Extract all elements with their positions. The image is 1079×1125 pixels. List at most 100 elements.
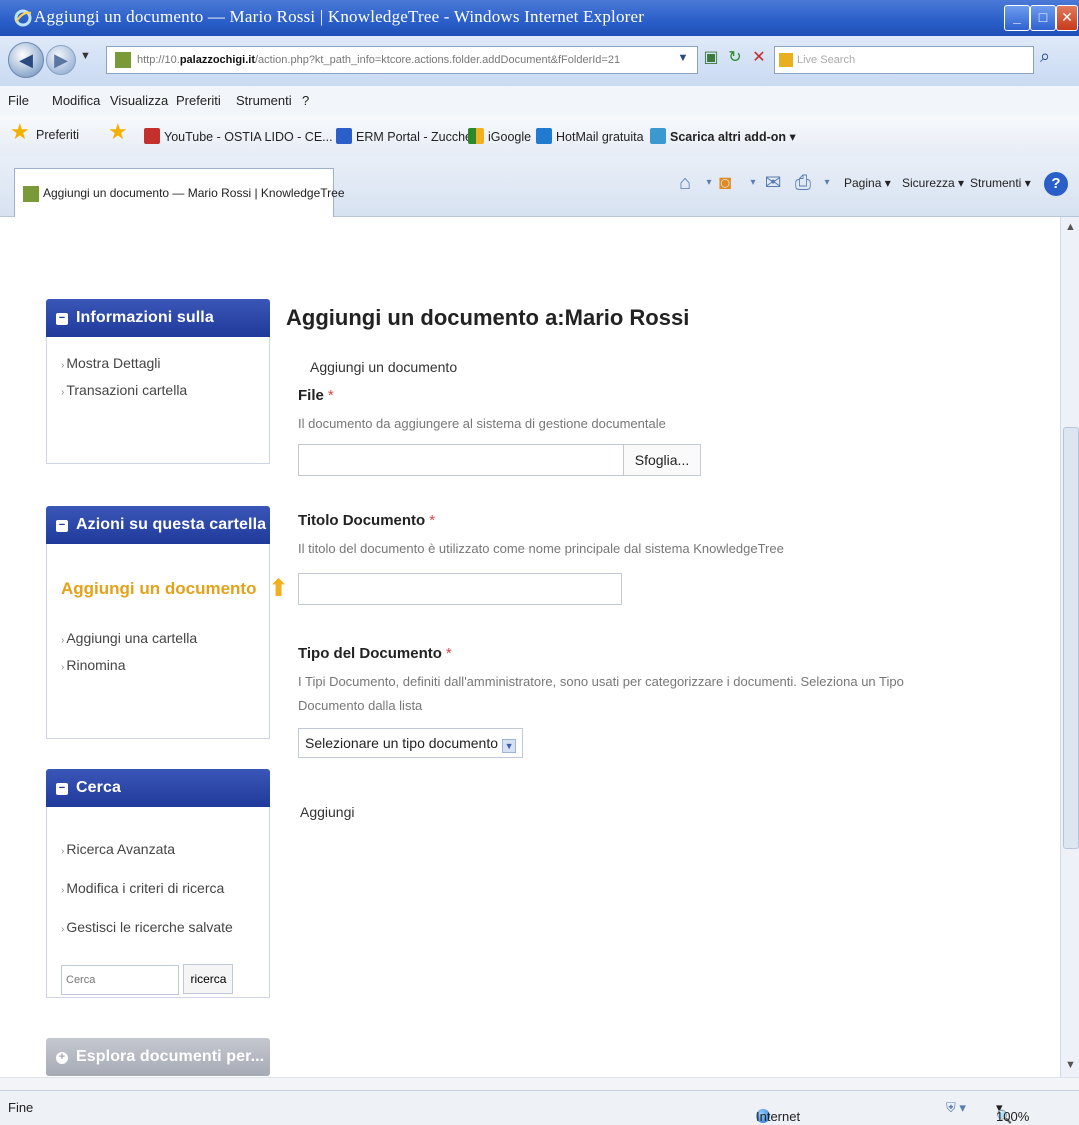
fav-link-hotmail[interactable]: HotMail gratuita [536, 128, 644, 144]
menu-modifica[interactable]: Modifica [52, 93, 100, 108]
fav-addons[interactable]: Scarica altri add-on ▾ [650, 128, 796, 144]
protected-mode-icon[interactable]: ⛨ ▾ [946, 1100, 966, 1116]
favorites-bar: ★ Preferiti ★ YouTube - OSTIA LIDO - CE.… [0, 116, 1079, 157]
chevron-down-icon: ▼ [502, 739, 517, 753]
history-dropdown-icon[interactable]: ▼ [80, 50, 91, 62]
form-section-title: Aggiungi un documento [310, 359, 458, 375]
rss-feed-icon[interactable]: ◙ [712, 170, 738, 196]
fav-link-hotmail-label: HotMail gratuita [556, 130, 644, 144]
document-type-selected: Selezionare un tipo documento [305, 735, 499, 751]
add-button[interactable]: Aggiungi [300, 804, 1056, 820]
hotmail-icon [536, 128, 552, 144]
url-path: /action.php?kt_path_info=ktcore.actions.… [255, 54, 621, 66]
status-bar: Fine Internet ⛨ ▾ 🔍 100% ▾ [0, 1090, 1079, 1125]
collapse-icon: − [56, 520, 68, 532]
panel-browse: + Esplora documenti per... [46, 1038, 270, 1076]
scroll-down-icon[interactable]: ▼ [1065, 1059, 1076, 1071]
menu-sicurezza[interactable]: Sicurezza ▾ [902, 176, 964, 190]
vertical-scrollbar[interactable]: ▲ ▼ [1060, 217, 1079, 1077]
address-dropdown-icon[interactable]: ▼ [672, 46, 694, 70]
bullet-icon: › [61, 885, 65, 896]
print-dropdown-icon[interactable]: ▾ [814, 170, 840, 196]
refresh-icon[interactable]: ↻ [724, 46, 746, 70]
fav-link-erm[interactable]: ERM Portal - Zucchetti [336, 128, 482, 144]
bullet-icon: › [61, 846, 65, 857]
menu-visualizza[interactable]: Visualizza [110, 93, 168, 108]
read-mail-icon[interactable]: ✉ [760, 170, 786, 196]
panel-browse-header[interactable]: + Esplora documenti per... [46, 1038, 270, 1076]
link-transazioni-cartella[interactable]: › Transazioni cartella [61, 378, 259, 405]
link-mostra-dettagli[interactable]: › Mostra Dettagli [61, 351, 259, 378]
ie-logo-icon [14, 9, 32, 27]
required-marker: * [429, 512, 436, 529]
panel-search-header[interactable]: − Cerca [46, 769, 270, 807]
url-host: palazzochigi.it [179, 54, 255, 66]
security-zone-label: Internet [756, 1109, 801, 1124]
search-icon[interactable]: ⌕ [1040, 46, 1050, 67]
action-aggiungi-documento[interactable]: Aggiungi un documento ⬆ [61, 574, 289, 604]
link-gestisci-ricerche[interactable]: › Gestisci le ricerche salvate [61, 909, 259, 948]
menu-strumenti-cmd[interactable]: Strumenti ▾ [970, 176, 1031, 190]
fav-link-youtube[interactable]: YouTube - OSTIA LIDO - CE... [144, 128, 333, 144]
link-rinomina[interactable]: › Rinomina [61, 653, 259, 680]
main-form: Aggiungi un documento a:Mario Rossi Aggi… [286, 305, 1056, 820]
address-input[interactable]: http://10.palazzochigi.it/action.php?kt_… [106, 46, 698, 74]
file-path-input[interactable] [298, 444, 624, 476]
home-icon[interactable]: ⌂ [672, 170, 698, 196]
panel-folder-info-header[interactable]: − Informazioni sulla Cartella [46, 299, 270, 364]
link-ricerca-avanzata-label: Ricerca Avanzata [66, 841, 176, 857]
menu-strumenti[interactable]: Strumenti [236, 93, 292, 108]
minimize-button[interactable]: _ [1004, 5, 1030, 31]
forward-button[interactable]: ▶ [46, 45, 76, 75]
type-description: I Tipi Documento, definiti dall'amminist… [298, 674, 904, 713]
horizontal-scrollbar[interactable] [0, 1077, 1079, 1091]
file-label-text: File [298, 387, 324, 404]
quick-search-button[interactable]: ricerca [183, 964, 234, 994]
panel-folder-info: − Informazioni sulla Cartella › Mostra Det… [46, 299, 270, 464]
print-icon[interactable]: ⎙ [790, 170, 816, 196]
compatibility-icon[interactable]: ▣ [700, 46, 722, 70]
type-label-text: Tipo del Documento [298, 645, 442, 662]
live-search-input[interactable]: Live Search [774, 46, 1034, 74]
live-search-icon [779, 53, 793, 68]
link-ricerca-avanzata[interactable]: › Ricerca Avanzata [61, 831, 259, 870]
stop-icon[interactable]: ✕ [748, 46, 770, 70]
menu-file[interactable]: File [8, 93, 29, 108]
back-button[interactable]: ◀ [8, 42, 44, 78]
scroll-up-icon[interactable]: ▲ [1065, 221, 1076, 233]
zoom-control[interactable]: 🔍 100% ▾ [996, 1100, 1029, 1124]
scrollbar-thumb[interactable] [1063, 427, 1079, 849]
tab-bar: Aggiungi un documento — Mario Rossi | Kn… [0, 156, 1079, 217]
add-favorite-icon[interactable]: ★ [108, 119, 128, 145]
erm-icon [336, 128, 352, 144]
link-aggiungi-cartella[interactable]: › Aggiungi una cartella [61, 626, 259, 653]
window-title: Aggiungi un documento — Mario Rossi | Kn… [34, 7, 645, 26]
address-toolbar: ◀ ▶ ▼ http://10.palazzochigi.it/action.p… [0, 36, 1079, 86]
close-button[interactable]: ✕ [1056, 5, 1078, 31]
field-title: Titolo Documento * Il titolo del document… [286, 512, 1056, 605]
browse-button[interactable]: Sfoglia... [624, 444, 701, 476]
menu-help[interactable]: ? [302, 93, 309, 108]
tab-current[interactable]: Aggiungi un documento — Mario Rossi | Kn… [14, 168, 345, 217]
page-content: − Informazioni sulla Cartella › Mostra Det… [0, 217, 1060, 1077]
document-title-input[interactable] [298, 573, 622, 605]
help-icon[interactable]: ? [1044, 172, 1068, 196]
igoogle-icon [468, 128, 484, 144]
live-search-placeholder: Live Search [797, 54, 856, 66]
title-label-text: Titolo Documento [298, 512, 426, 529]
menu-preferiti[interactable]: Preferiti [176, 93, 221, 108]
bullet-icon: › [61, 635, 65, 646]
fav-link-igoogle[interactable]: iGoogle [468, 128, 531, 144]
favorites-button[interactable]: Preferiti [36, 128, 79, 142]
link-modifica-criteri[interactable]: › Modifica i criteri di ricerca [61, 870, 259, 909]
panel-folder-actions-header[interactable]: − Azioni su questa cartella [46, 506, 270, 544]
quick-search-input[interactable] [61, 965, 179, 995]
forward-arrow-icon: ▶ [54, 49, 68, 70]
panel-browse-title: Esplora documenti per... [76, 1048, 265, 1065]
document-type-select[interactable]: Selezionare un tipo documento ▼ [298, 728, 524, 758]
menu-pagina[interactable]: Pagina ▾ [844, 176, 891, 190]
tab-label: Aggiungi un documento — Mario Rossi | Kn… [43, 186, 345, 200]
bullet-icon: › [61, 924, 65, 935]
type-label: Tipo del Documento * [298, 645, 1056, 662]
maximize-button[interactable]: □ [1030, 5, 1056, 31]
